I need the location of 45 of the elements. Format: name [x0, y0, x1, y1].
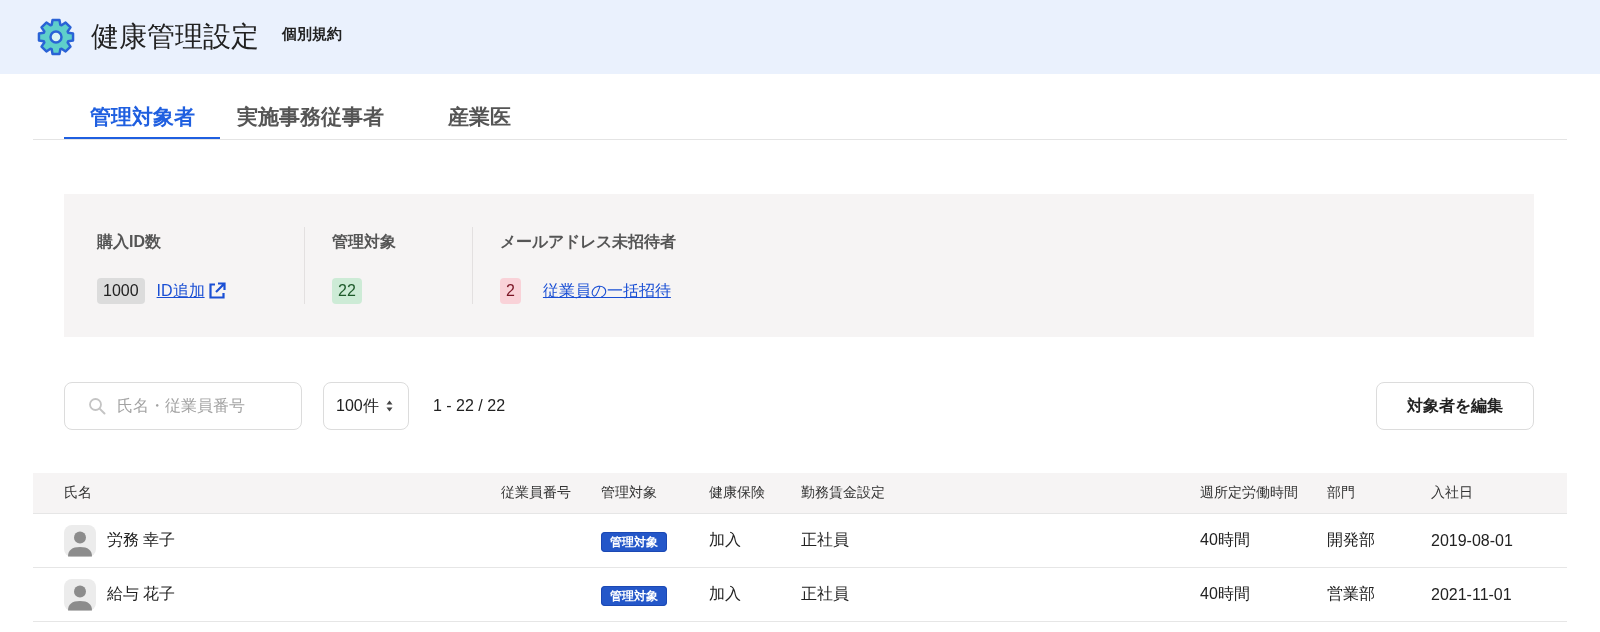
external-link-icon: [206, 281, 227, 301]
sort-caret-icon: [385, 400, 393, 412]
column-header: 週所定労働時間: [1200, 484, 1298, 502]
employee-name: 給与 花子: [107, 584, 176, 604]
page-subtitle: 個別規約: [282, 24, 342, 44]
page-title: 健康管理設定: [91, 20, 259, 54]
search-icon: [88, 397, 106, 415]
edit-button[interactable]: 対象者を編集: [1376, 382, 1534, 430]
status-badge: 管理対象: [601, 531, 667, 552]
table-cell-text: 40時間: [1200, 584, 1250, 604]
search-field[interactable]: 氏名・従業員番号: [64, 382, 302, 430]
count-badge: 22: [332, 278, 362, 304]
table-cell-text: 正社員: [801, 530, 849, 550]
tab[interactable]: 管理対象者: [64, 96, 220, 139]
stat-label: 管理対象: [332, 232, 397, 252]
column-header: 健康保険: [709, 484, 765, 502]
count-badge: 2: [500, 278, 521, 304]
column-header: 従業員番号: [501, 484, 571, 502]
column-header: 勤務賃金設定: [801, 484, 885, 502]
settings-icon: [37, 18, 75, 56]
text-link[interactable]: ID追加: [156, 280, 227, 302]
text-link[interactable]: 従業員の一括招待: [542, 280, 671, 302]
tab[interactable]: 実施事務従事者: [220, 96, 401, 139]
table-cell: 2019-08-01: [1431, 531, 1513, 550]
tab[interactable]: 産業医: [401, 96, 557, 139]
table-cell-text: 加入: [709, 530, 741, 550]
count-badge: 1000: [97, 278, 145, 304]
employee-name: 労務 幸子: [107, 530, 176, 550]
column-header: 管理対象: [601, 484, 657, 502]
table-cell-text: 営業部: [1327, 584, 1375, 604]
column-header: 入社日: [1431, 484, 1473, 502]
page-size-select[interactable]: 100件: [323, 382, 409, 430]
table-cell-text: 開発部: [1327, 530, 1375, 550]
table-cell-text: 40時間: [1200, 530, 1250, 550]
stat-label: メールアドレス未招待者: [500, 232, 676, 252]
avatar-icon: [64, 524, 96, 557]
table-cell-text: 正社員: [801, 584, 849, 604]
status-badge: 管理対象: [601, 585, 667, 606]
pagination-range: 1 - 22 / 22: [433, 397, 506, 415]
stat-label: 購入ID数: [97, 232, 162, 252]
avatar-icon: [64, 578, 96, 611]
table-cell-text: 加入: [709, 584, 741, 604]
table-cell: 2021-11-01: [1431, 585, 1512, 604]
column-header: 氏名: [64, 484, 92, 502]
column-header: 部門: [1327, 484, 1355, 502]
